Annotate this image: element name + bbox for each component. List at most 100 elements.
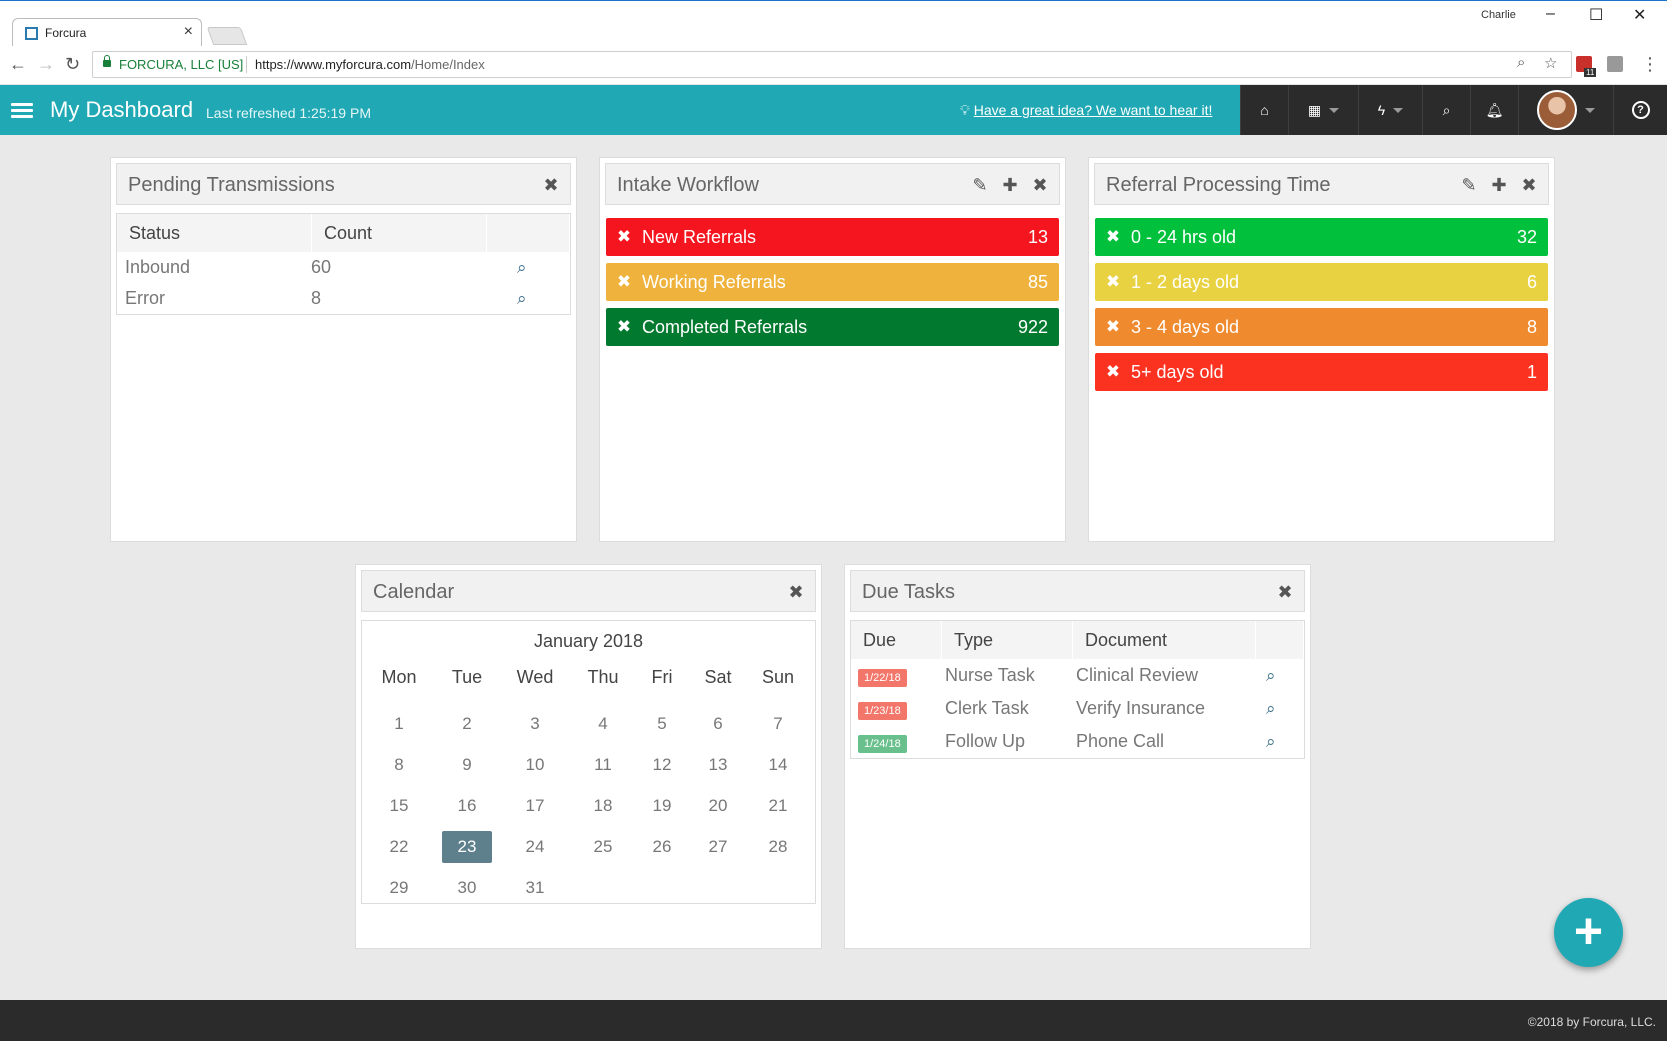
status-bar-3-4-days[interactable]: ✖ 3 - 4 days old 8	[1095, 308, 1548, 346]
edit-icon[interactable]: ✎	[1460, 175, 1478, 196]
weekday-row: Mon Tue Wed Thu Fri Sat Sun	[362, 665, 815, 706]
grid-icon: ▦	[1307, 101, 1322, 118]
calendar-day[interactable]: 11	[578, 755, 628, 775]
search-button[interactable]: ⌕	[1422, 85, 1470, 135]
home-button[interactable]: ⌂	[1240, 85, 1288, 135]
add-icon[interactable]: ✚	[1001, 175, 1019, 196]
bookmark-star-icon[interactable]: ☆	[1544, 54, 1557, 72]
minimize-window-icon[interactable]: –	[1546, 5, 1555, 23]
url-omnibox[interactable]: FORCURA, LLC [US] https://www.myforcura.…	[92, 51, 1572, 78]
remove-icon[interactable]: ✖	[1095, 362, 1131, 382]
calendar-day[interactable]: 18	[578, 796, 628, 816]
calendar-day[interactable]: 19	[637, 796, 687, 816]
widget-header: Pending Transmissions ✖	[116, 163, 571, 205]
calendar-day[interactable]: 28	[753, 837, 803, 857]
calendar-day[interactable]: 27	[693, 837, 743, 857]
close-tab-icon[interactable]: ×	[184, 23, 193, 41]
search-icon[interactable]: ⌕	[1266, 732, 1276, 752]
due-cell: 1/23/18	[851, 698, 942, 720]
maximize-window-icon[interactable]: ☐	[1589, 5, 1603, 25]
calendar-day[interactable]: 14	[753, 755, 803, 775]
user-menu-button[interactable]	[1518, 85, 1613, 135]
widget-title: Calendar	[373, 581, 455, 603]
status-bar-completed-referrals[interactable]: ✖ Completed Referrals 922	[606, 308, 1059, 346]
calendar-day[interactable]: 16	[442, 796, 492, 816]
notifications-button[interactable]: 🔔︎	[1470, 85, 1518, 135]
remove-icon[interactable]: ✖	[787, 582, 805, 603]
close-window-icon[interactable]: ✕	[1633, 5, 1646, 25]
calendar-day[interactable]: 15	[374, 796, 424, 816]
status-bar-new-referrals[interactable]: ✖ New Referrals 13	[606, 218, 1059, 256]
status-bar-0-24-hrs[interactable]: ✖ 0 - 24 hrs old 32	[1095, 218, 1548, 256]
remove-icon[interactable]: ✖	[1095, 272, 1131, 292]
calendar-day[interactable]: 10	[510, 755, 560, 775]
forward-arrow-icon[interactable]: →	[37, 54, 55, 75]
calendar-day[interactable]: 26	[637, 837, 687, 857]
help-button[interactable]: ?	[1613, 85, 1667, 135]
calendar-day[interactable]: 21	[753, 796, 803, 816]
hamburger-menu-icon[interactable]	[11, 103, 33, 121]
calendar-day[interactable]: 17	[510, 796, 560, 816]
widget-header: Intake Workflow ✎ ✚ ✖	[605, 163, 1060, 205]
remove-icon[interactable]: ✖	[1095, 227, 1131, 247]
calendar-day[interactable]: 7	[753, 714, 803, 734]
remove-icon[interactable]: ✖	[606, 272, 642, 292]
calendar-day-today[interactable]: 23	[442, 831, 492, 863]
plus-icon: +	[1573, 903, 1604, 959]
remove-icon[interactable]: ✖	[606, 227, 642, 247]
search-icon[interactable]: ⌕	[1266, 666, 1276, 686]
apps-menu-button[interactable]: ▦	[1288, 85, 1358, 135]
week-row: 8 9 10 11 12 13 14	[362, 747, 815, 788]
remove-icon[interactable]: ✖	[542, 175, 560, 196]
status-bar-working-referrals[interactable]: ✖ Working Referrals 85	[606, 263, 1059, 301]
calendar-day[interactable]: 20	[693, 796, 743, 816]
calendar-day[interactable]: 5	[637, 714, 687, 734]
edit-icon[interactable]: ✎	[971, 175, 989, 196]
search-icon[interactable]: ⌕	[517, 258, 527, 278]
remove-icon[interactable]: ✖	[606, 317, 642, 337]
search-icon[interactable]: ⌕	[1266, 699, 1276, 719]
calendar-day[interactable]: 1	[374, 714, 424, 734]
status-count: 8	[1526, 316, 1537, 337]
calendar-day[interactable]: 29	[374, 878, 424, 898]
feedback-link[interactable]: Have a great idea? We want to hear it!	[974, 102, 1213, 118]
status-bar-1-2-days[interactable]: ✖ 1 - 2 days old 6	[1095, 263, 1548, 301]
calendar-day[interactable]: 22	[374, 837, 424, 857]
calendar-day[interactable]: 13	[693, 755, 743, 775]
browser-tab-bar: Forcura × Charlie – ☐ ✕	[0, 0, 1667, 47]
zoom-icon[interactable]: ⌕	[1517, 54, 1525, 71]
pending-transmissions-widget: Pending Transmissions ✖ Status Count Inb…	[110, 157, 577, 542]
browser-menu-icon[interactable]: ⋮	[1641, 54, 1659, 75]
remove-icon[interactable]: ✖	[1276, 582, 1294, 603]
due-tasks-widget: Due Tasks ✖ Due Type Document 1/22/18 Nu…	[844, 564, 1311, 949]
remove-icon[interactable]: ✖	[1520, 175, 1538, 196]
browser-profile-name[interactable]: Charlie	[1481, 9, 1516, 21]
new-tab-button[interactable]	[206, 27, 248, 45]
week-row: 22 23 24 25 26 27 28	[362, 829, 815, 870]
status-bar-5-plus-days[interactable]: ✖ 5+ days old 1	[1095, 353, 1548, 391]
calendar-day[interactable]: 2	[442, 714, 492, 734]
search-icon[interactable]: ⌕	[517, 289, 527, 309]
calendar-day[interactable]: 31	[510, 878, 560, 898]
back-arrow-icon[interactable]: ←	[9, 54, 27, 75]
browser-tab[interactable]: Forcura ×	[12, 18, 202, 47]
calendar-day[interactable]: 12	[637, 755, 687, 775]
calendar-day[interactable]: 24	[510, 837, 560, 857]
calendar-day[interactable]: 8	[374, 755, 424, 775]
calendar-day[interactable]: 9	[442, 755, 492, 775]
column-header: Count	[312, 214, 487, 252]
status-label: Completed Referrals	[642, 316, 808, 337]
remove-icon[interactable]: ✖	[1095, 317, 1131, 337]
url-text: https://www.myforcura.com/Home/Index	[255, 57, 485, 72]
remove-icon[interactable]: ✖	[1031, 175, 1049, 196]
reload-icon[interactable]: ↻	[65, 54, 80, 75]
add-widget-button[interactable]: +	[1554, 898, 1623, 967]
extension-icon[interactable]	[1607, 56, 1623, 72]
calendar-day[interactable]: 3	[510, 714, 560, 734]
calendar-day[interactable]: 6	[693, 714, 743, 734]
quick-actions-button[interactable]: ϟ	[1358, 85, 1422, 135]
calendar-day[interactable]: 4	[578, 714, 628, 734]
add-icon[interactable]: ✚	[1490, 175, 1508, 196]
calendar-day[interactable]: 30	[442, 878, 492, 898]
calendar-day[interactable]: 25	[578, 837, 628, 857]
